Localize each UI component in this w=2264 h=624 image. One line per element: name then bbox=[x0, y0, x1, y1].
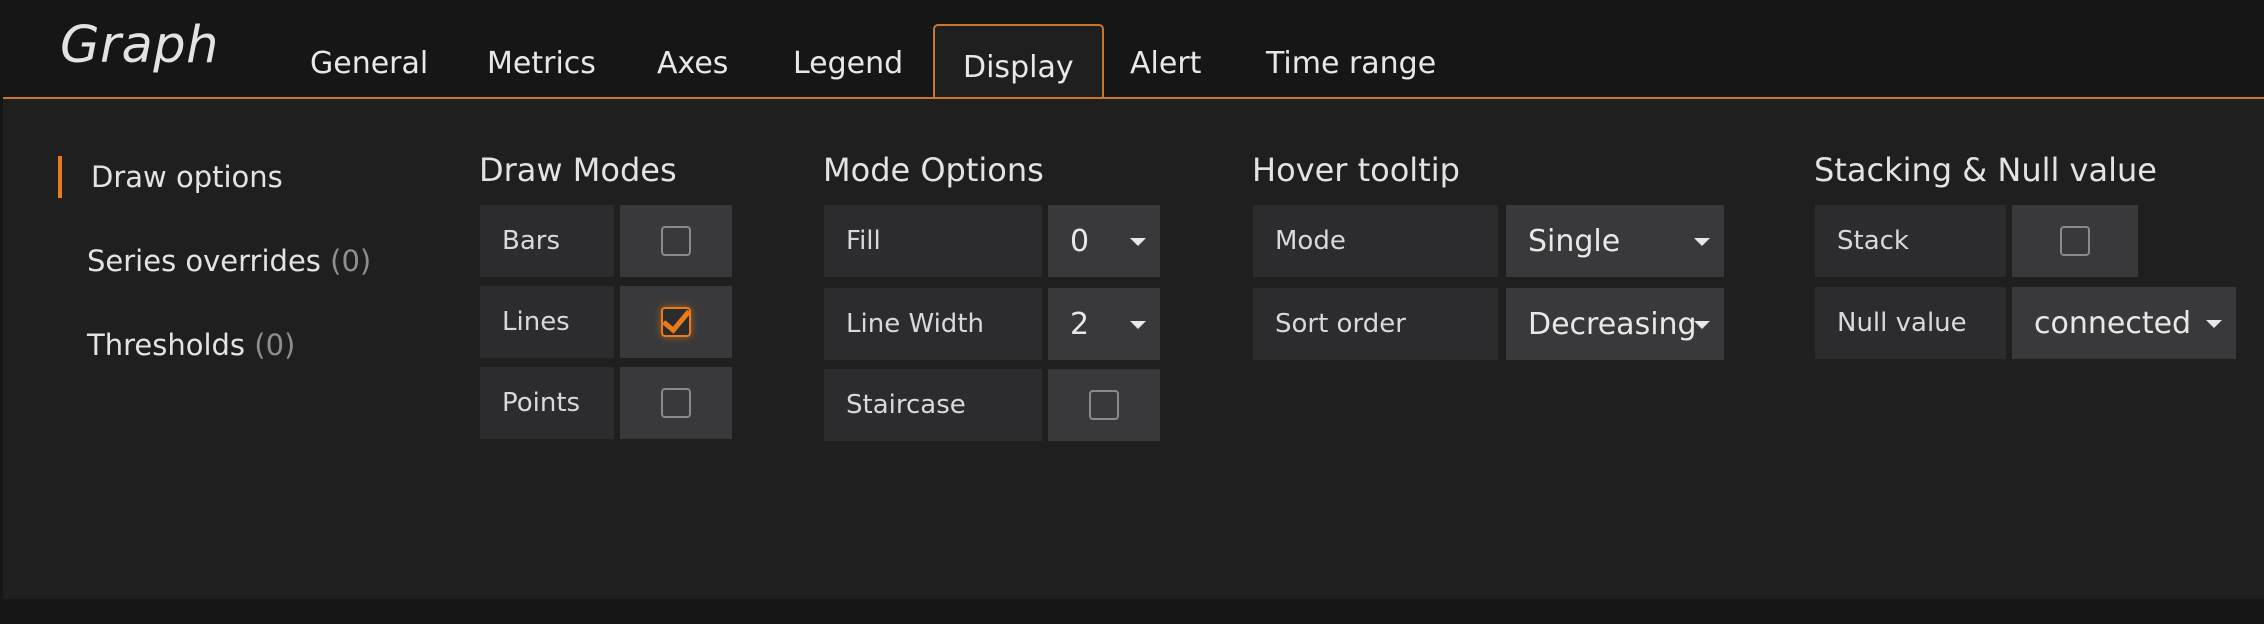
tooltip-mode-value: Single bbox=[1528, 223, 1621, 259]
tab-display[interactable]: Display bbox=[933, 24, 1104, 100]
line-width-select[interactable]: 2 bbox=[1048, 288, 1160, 360]
tab-alert[interactable]: Alert bbox=[1130, 22, 1201, 98]
active-indicator bbox=[58, 156, 62, 198]
sidebar-item-label: Draw options bbox=[91, 160, 283, 194]
tooltip-mode-label: Mode bbox=[1253, 205, 1498, 277]
staircase-checkbox[interactable] bbox=[1089, 390, 1119, 420]
caret-down-icon bbox=[1130, 321, 1146, 329]
stack-checkbox-cell[interactable] bbox=[2012, 205, 2138, 277]
caret-down-icon bbox=[1130, 238, 1146, 246]
tab-metrics[interactable]: Metrics bbox=[487, 22, 596, 98]
line-width-select-value: 2 bbox=[1070, 306, 1090, 342]
fill-select[interactable]: 0 bbox=[1048, 205, 1160, 277]
fill-select-value: 0 bbox=[1070, 223, 1090, 259]
caret-down-icon bbox=[1694, 238, 1710, 246]
staircase-label: Staircase bbox=[824, 369, 1042, 441]
tab-time-range[interactable]: Time range bbox=[1266, 22, 1436, 98]
bottom-gutter bbox=[0, 599, 2264, 624]
sidebar-item-series-overrides[interactable]: Series overrides (0) bbox=[87, 244, 371, 278]
lines-checkbox-cell[interactable] bbox=[620, 286, 732, 358]
sidebar-item-thresholds[interactable]: Thresholds (0) bbox=[87, 328, 295, 362]
stack-checkbox[interactable] bbox=[2060, 226, 2090, 256]
panel-type-title: Graph bbox=[60, 16, 219, 75]
sidebar-item-label: Series overrides bbox=[87, 244, 321, 278]
tab-axes[interactable]: Axes bbox=[657, 22, 728, 98]
tab-legend[interactable]: Legend bbox=[793, 22, 903, 98]
points-checkbox-cell[interactable] bbox=[620, 367, 732, 439]
sidebar-item-draw-options[interactable]: Draw options bbox=[91, 160, 283, 194]
staircase-checkbox-cell[interactable] bbox=[1048, 369, 1160, 441]
sort-order-select[interactable]: Decreasing bbox=[1506, 288, 1724, 360]
lines-checkbox[interactable] bbox=[661, 307, 691, 337]
sidebar-item-count: (0) bbox=[254, 328, 296, 362]
draw-modes-title: Draw Modes bbox=[479, 151, 677, 189]
caret-down-icon bbox=[1694, 321, 1710, 329]
caret-down-icon bbox=[2206, 320, 2222, 328]
null-value-label: Null value bbox=[1815, 287, 2006, 359]
null-value-select[interactable]: connected bbox=[2012, 287, 2236, 359]
sort-order-value: Decreasing bbox=[1528, 306, 1697, 342]
points-checkbox[interactable] bbox=[661, 388, 691, 418]
line-width-label: Line Width bbox=[824, 288, 1042, 360]
sidebar-item-label: Thresholds bbox=[87, 328, 246, 362]
points-label: Points bbox=[480, 367, 614, 439]
hover-tooltip-title: Hover tooltip bbox=[1252, 151, 1460, 189]
panel-editor-header: Graph General Metrics Axes Legend Displa… bbox=[0, 0, 2264, 100]
bars-checkbox-cell[interactable] bbox=[620, 205, 732, 277]
tooltip-mode-select[interactable]: Single bbox=[1506, 205, 1724, 277]
fill-label: Fill bbox=[824, 205, 1042, 277]
bars-label: Bars bbox=[480, 205, 614, 277]
bars-checkbox[interactable] bbox=[661, 226, 691, 256]
lines-label: Lines bbox=[480, 286, 614, 358]
tab-general[interactable]: General bbox=[310, 22, 428, 98]
sidebar-item-count: (0) bbox=[330, 244, 372, 278]
mode-options-title: Mode Options bbox=[823, 151, 1044, 189]
null-value-value: connected bbox=[2034, 305, 2192, 341]
stack-label: Stack bbox=[1815, 205, 2006, 277]
sort-order-label: Sort order bbox=[1253, 288, 1498, 360]
stacking-title: Stacking & Null value bbox=[1814, 151, 2157, 189]
